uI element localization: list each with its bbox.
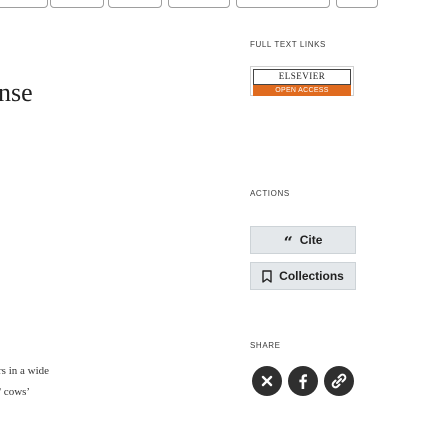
article-text-fragment: . xyxy=(0,428,1,440)
share-facebook-button[interactable] xyxy=(288,366,318,396)
cite-button[interactable]: “ Cite xyxy=(250,226,356,254)
bookmark-icon xyxy=(262,269,272,283)
share-link-button[interactable] xyxy=(324,366,354,396)
top-tab[interactable] xyxy=(168,0,230,8)
article-text-fragment: / cows’ xyxy=(0,386,31,398)
top-tab[interactable] xyxy=(50,0,104,8)
elsevier-logo-text: ELSEVIER xyxy=(253,69,351,85)
share-email-button[interactable] xyxy=(252,366,282,396)
elsevier-open-access-link[interactable]: ELSEVIER OPEN ACCESS xyxy=(250,66,354,96)
collections-button[interactable]: Collections xyxy=(250,262,356,290)
collections-button-label: Collections xyxy=(279,269,344,283)
top-tab[interactable] xyxy=(108,0,162,8)
quote-icon: “ xyxy=(283,233,293,252)
email-icon xyxy=(260,374,274,388)
share-heading: SHARE xyxy=(250,341,281,350)
facebook-icon xyxy=(296,373,310,389)
top-tab[interactable] xyxy=(236,0,330,8)
top-tab[interactable] xyxy=(0,0,48,8)
share-icon xyxy=(331,373,347,389)
top-tab[interactable] xyxy=(336,0,378,8)
article-heading-fragment: nse xyxy=(0,78,33,107)
article-text-fragment: rs in a wide xyxy=(0,365,50,377)
open-access-label: OPEN ACCESS xyxy=(253,85,351,96)
cite-button-label: Cite xyxy=(299,233,323,247)
actions-heading: ACTIONS xyxy=(250,189,290,198)
full-text-links-heading: FULL TEXT LINKS xyxy=(250,40,326,49)
